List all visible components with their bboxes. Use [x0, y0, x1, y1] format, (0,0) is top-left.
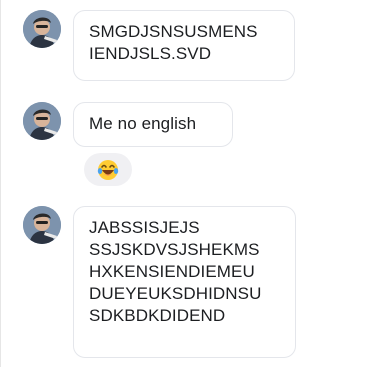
person-avatar-icon: [23, 10, 61, 48]
message-row: SMGDJSNSUSMENS IENDJSLS.SVD: [23, 10, 295, 81]
person-avatar-icon: [23, 206, 61, 244]
message-reaction[interactable]: [84, 153, 132, 186]
message-bubble: JABSSISJEJS SSJSKDVSJSHEKMS HXKENSIENDIE…: [73, 206, 296, 358]
message-bubble: Me no english: [73, 102, 233, 147]
message-bubble: SMGDJSNSUSMENS IENDJSLS.SVD: [73, 10, 295, 81]
message-row: JABSSISJEJS SSJSKDVSJSHEKMS HXKENSIENDIE…: [23, 206, 296, 358]
avatar[interactable]: [23, 206, 61, 244]
person-avatar-icon: [23, 102, 61, 140]
message-row: Me no english: [23, 102, 233, 147]
avatar[interactable]: [23, 10, 61, 48]
avatar[interactable]: [23, 102, 61, 140]
chat-thread: SMGDJSNSUSMENS IENDJSLS.SVD Me no englis…: [0, 0, 372, 367]
laughing-tears-emoji-icon: [97, 159, 119, 180]
